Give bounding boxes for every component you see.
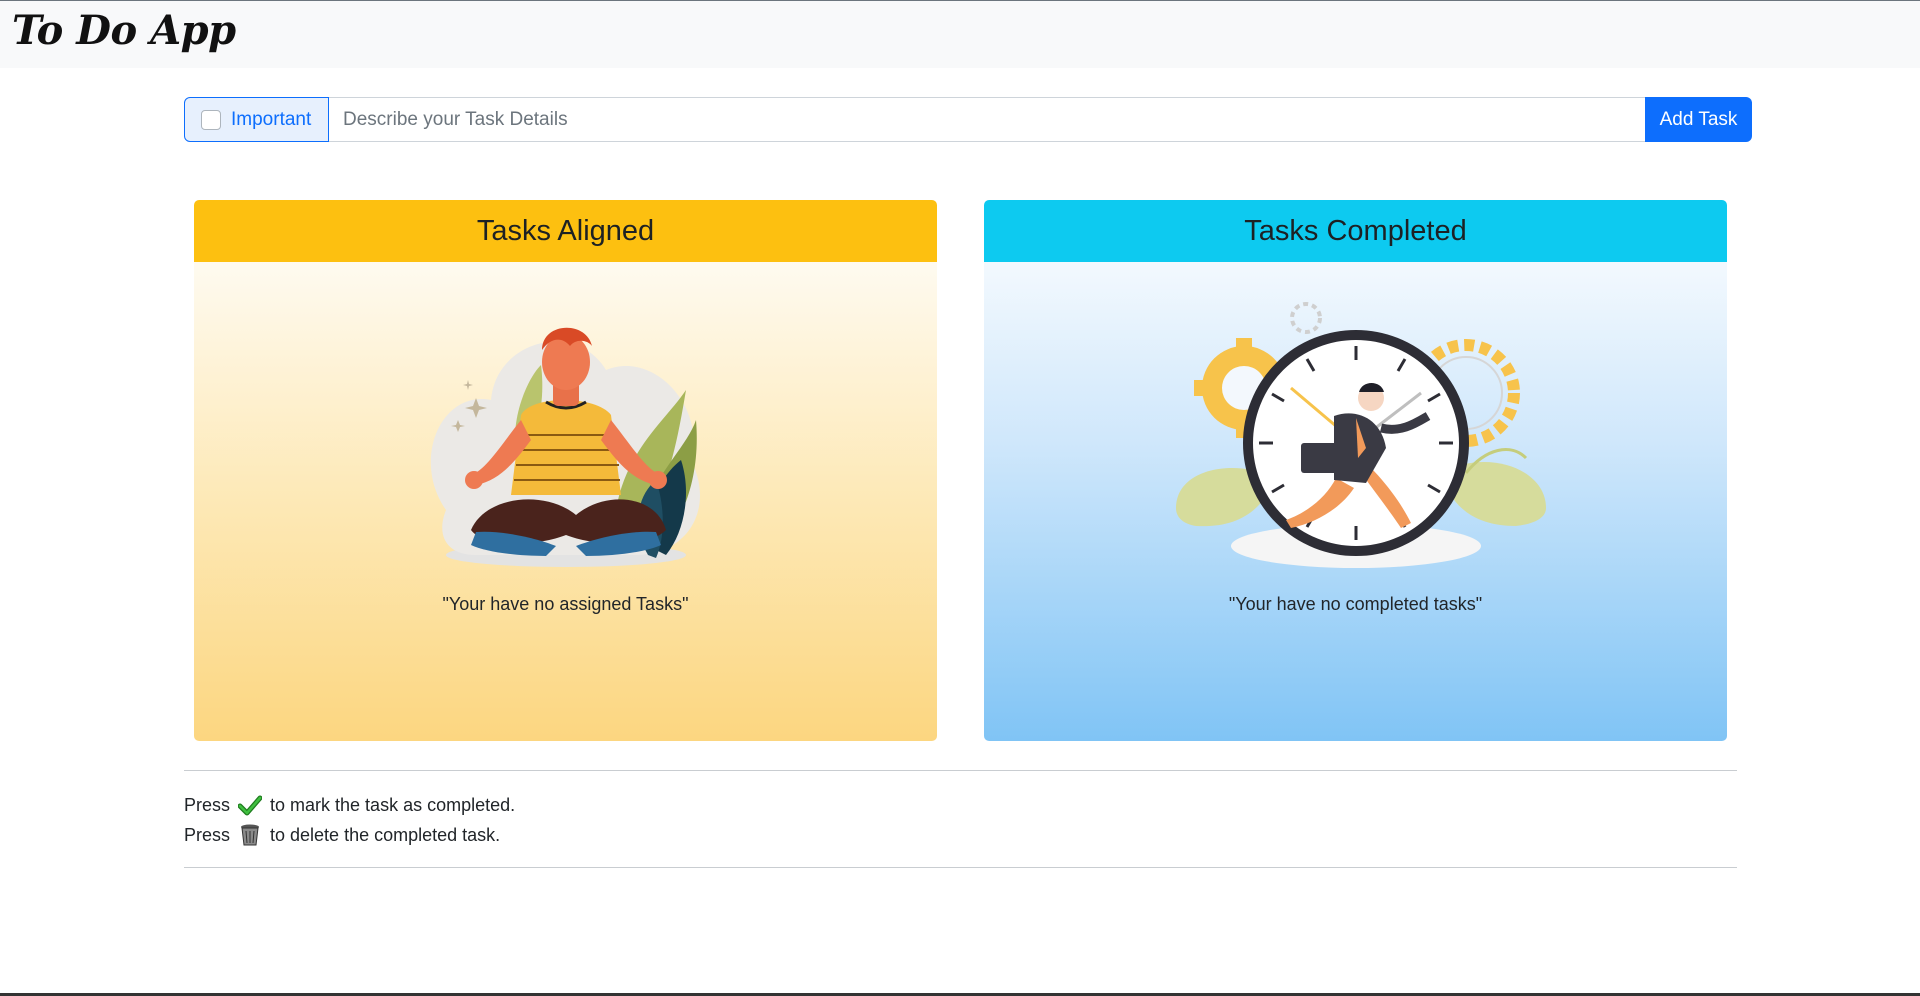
legend-complete-suffix: to mark the task as completed. [270,794,516,815]
important-label: Important [231,108,312,130]
divider-bottom [184,867,1737,868]
checkmark-icon [238,795,263,816]
running-clock-illustration [1175,302,1546,568]
tasks-completed-header: Tasks Completed [984,200,1727,262]
tasks-aligned-card: Tasks Aligned "Your have no assigned Tas… [194,200,937,741]
add-task-button[interactable]: Add Task [1645,97,1752,142]
legend-delete-row: Press to delete the completed task. [184,823,500,847]
aligned-empty-message: "Your have no assigned Tasks" [442,594,689,614]
completed-empty-message: "Your have no completed tasks" [1228,594,1483,614]
add-task-form: Important Add Task [184,97,1752,142]
app-title[interactable]: To Do App [12,7,236,54]
tasks-completed-card: Tasks Completed "Your have no completed … [984,200,1727,741]
tasks-aligned-header: Tasks Aligned [194,200,937,262]
important-checkbox[interactable] [201,109,221,130]
meditation-illustration [430,327,700,567]
divider-top [184,770,1737,771]
task-input[interactable] [329,97,1645,142]
legend-delete-suffix: to delete the completed task. [270,824,501,845]
legend-complete-prefix: Press [184,794,231,815]
legend-delete-prefix: Press [184,824,231,845]
important-toggle[interactable]: Important [184,97,329,142]
trash-icon [241,824,260,846]
legend-complete-row: Press to mark the task as completed. [184,794,515,816]
navbar: To Do App [0,0,1920,68]
